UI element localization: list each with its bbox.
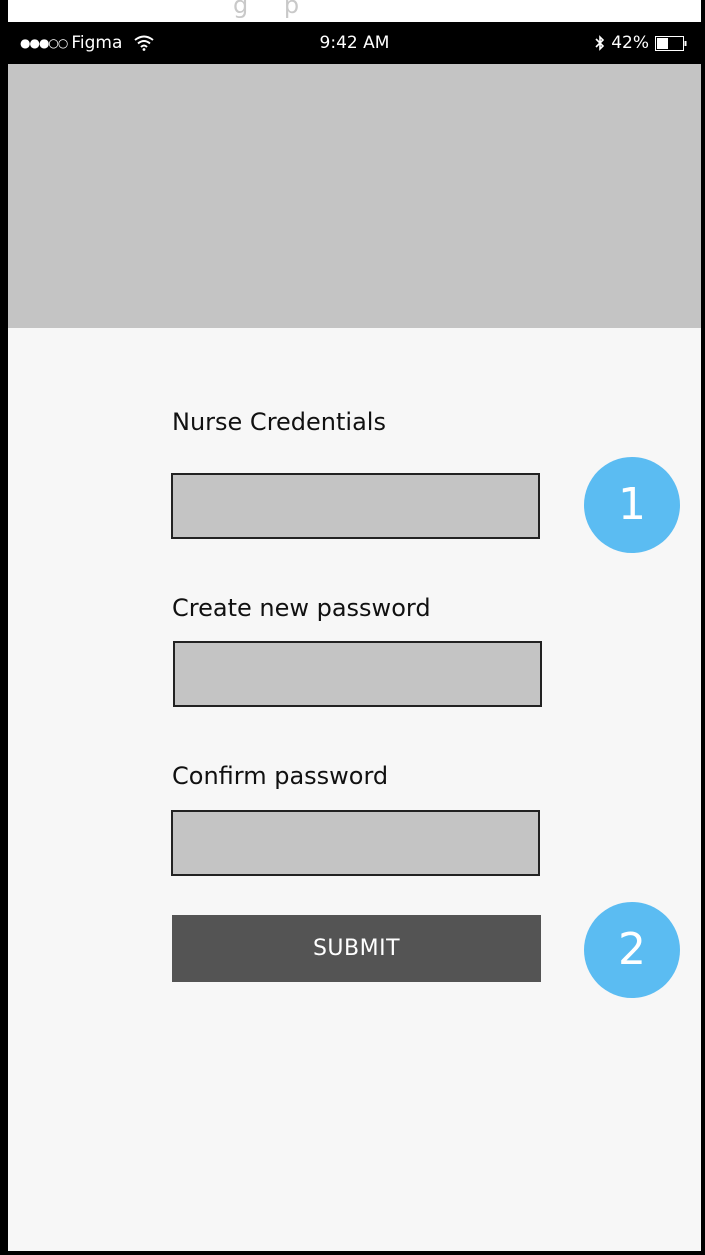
new-password-label: Create new password	[172, 594, 431, 622]
nurse-credentials-field[interactable]	[171, 473, 540, 539]
hero-image-placeholder	[8, 64, 701, 328]
annotation-badge-1: 1	[584, 457, 680, 553]
nurse-credentials-label: Nurse Credentials	[172, 408, 386, 436]
battery-icon	[655, 35, 687, 51]
bluetooth-icon	[595, 35, 605, 51]
ghost-text: g p	[233, 0, 314, 19]
status-bar: ●●●○○ Figma 9:42 AM 42%	[8, 22, 701, 64]
confirm-password-label: Confirm password	[172, 762, 389, 790]
status-right: 42%	[595, 33, 687, 53]
submit-button[interactable]: SUBMIT	[172, 915, 541, 982]
phone-screen: g p ●●●○○ Figma 9:42 AM 42% Nurse Creden…	[8, 0, 701, 1251]
confirm-password-field[interactable]	[171, 810, 540, 876]
new-password-field[interactable]	[173, 641, 542, 707]
top-strip: g p	[8, 0, 701, 22]
battery-percent: 42%	[611, 33, 649, 53]
annotation-badge-2: 2	[584, 902, 680, 998]
